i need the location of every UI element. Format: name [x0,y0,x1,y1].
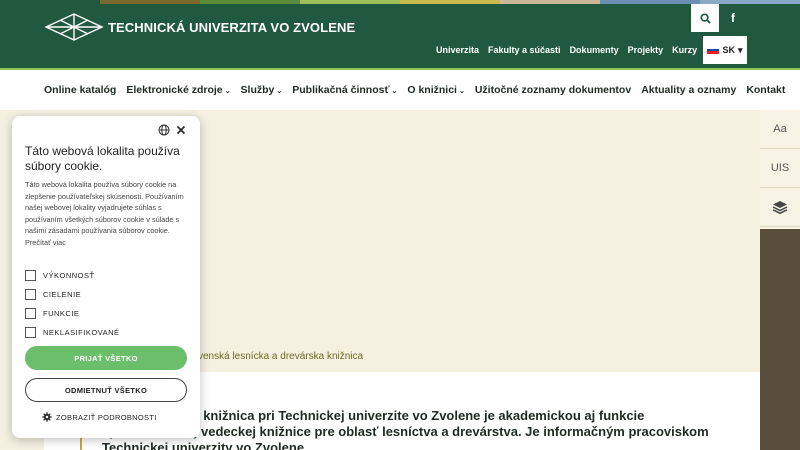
checkbox[interactable] [25,327,36,338]
show-details-link[interactable]: ZOBRAZIŤ PODROBNOSTI [42,412,157,422]
facebook-icon: f [731,11,735,25]
nav-item-kontakt[interactable]: Kontakt [746,84,785,96]
nav-item-elektronicke-zdroje[interactable]: Elektronické zdroje ⌄ [126,84,230,96]
show-details-label: ZOBRAZIŤ PODROBNOSTI [56,412,157,422]
cookie-option-vykonnost[interactable]: VÝKONNOSŤ [25,266,120,285]
cookie-option-funkcie[interactable]: FUNKCIE [25,304,120,323]
chevron-down-icon: ⌄ [276,88,283,95]
cookie-option-label: NEKLASIFIKOVANÉ [43,328,120,337]
nav-label: Služby [240,84,275,96]
university-logo[interactable]: TECHNICKÁ UNIVERZITA VO ZVOLENE [44,12,355,42]
search-icon [699,12,711,24]
side-tools: Aa UIS [760,110,800,229]
nav-item-sluzby[interactable]: Služby ⌄ [241,84,283,96]
top-link-dokumenty[interactable]: Dokumenty [570,45,619,55]
chevron-down-icon: ⌄ [224,88,231,95]
language-selector[interactable]: SK ▾ [703,36,747,64]
layers-button[interactable] [760,188,800,227]
slovak-flag-icon [707,46,720,55]
cookie-option-label: CIELENIE [43,290,82,299]
nav-item-online-katalog[interactable]: Online katalóg [44,84,116,96]
cookie-option-neklasifikovane[interactable]: NEKLASIFIKOVANÉ [25,323,120,342]
logo-mark-icon [44,13,104,41]
logo-text: TECHNICKÁ UNIVERZITA VO ZVOLENE [108,19,356,35]
main-navigation: Online katalóg Elektronické zdroje ⌄ Služ… [0,68,800,110]
nav-item-aktuality[interactable]: Aktuality a oznamy [641,84,736,96]
accept-all-button[interactable]: PRIJAŤ VŠETKO [25,346,187,370]
cookie-option-label: FUNKCIE [43,309,80,318]
chevron-down-icon: ⌄ [391,88,398,95]
nav-label: Online katalóg [44,84,117,96]
nav-label: Publikačná činnosť [292,84,390,96]
side-image-panel [760,229,800,450]
nav-label: Užitočné zoznamy dokumentov [474,84,632,96]
top-link-projekty[interactable]: Projekty [628,45,664,55]
language-label: SK [722,45,735,55]
nav-item-uzitocne-zoznamy[interactable]: Užitočné zoznamy dokumentov [475,84,631,96]
globe-icon[interactable] [158,124,170,136]
nav-label: O knižnici [407,84,457,96]
nav-item-o-kniznici[interactable]: O knižnici ⌄ [407,84,464,96]
checkbox[interactable] [25,270,36,281]
cookie-options: VÝKONNOSŤ CIELENIE FUNKCIE NEKLASIFIKOVA… [25,266,120,342]
decline-all-button[interactable]: ODMIETNUŤ VŠETKO [25,378,187,402]
nav-label: Elektronické zdroje [126,84,223,96]
chevron-down-icon: ▾ [737,44,743,55]
breadcrumb[interactable]: venská lesnícka a drevárska knižnica [198,351,363,362]
chevron-down-icon: ⌄ [458,88,465,95]
facebook-button[interactable]: f [719,4,747,32]
font-size-icon: Aa [773,123,787,135]
font-size-button[interactable]: Aa [760,110,800,149]
site-header: TECHNICKÁ UNIVERZITA VO ZVOLENE Univerzi… [0,4,800,68]
top-link-kurzy[interactable]: Kurzy [672,45,697,55]
top-link-univerzita[interactable]: Univerzita [436,45,479,55]
uis-button[interactable]: UIS [760,149,800,188]
nav-label: Kontakt [746,84,786,96]
cookie-option-label: VÝKONNOSŤ [43,271,95,280]
close-icon[interactable] [176,125,186,135]
cookie-consent-dialog: Táto webová lokalita používa súbory cook… [12,116,200,438]
search-button[interactable] [691,4,719,32]
cookie-dialog-controls [158,124,186,136]
gear-icon [42,412,52,422]
checkbox[interactable] [25,289,36,300]
nav-item-publikacna-cinnost[interactable]: Publikačná činnosť ⌄ [292,84,397,96]
uis-label: UIS [770,162,790,174]
cookie-description: Táto webová lokalita používa súbory cook… [25,180,184,247]
layers-icon [772,201,788,214]
nav-label: Aktuality a oznamy [641,84,737,96]
cookie-option-cielenie[interactable]: CIELENIE [25,285,120,304]
top-link-fakulty[interactable]: Fakulty a súčasti [488,45,561,55]
top-links: Univerzita Fakulty a súčasti Dokumenty P… [436,45,697,55]
checkbox[interactable] [25,308,36,319]
cookie-title: Táto webová lokalita používa súbory cook… [25,144,180,173]
